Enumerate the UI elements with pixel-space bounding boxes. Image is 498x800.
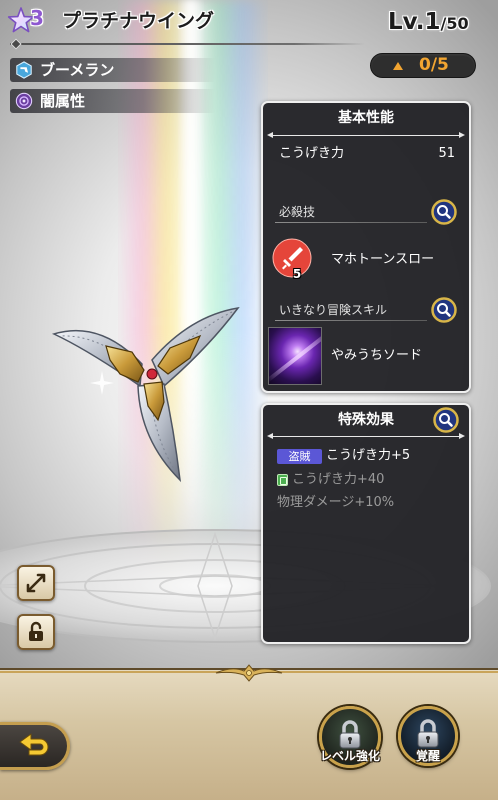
special-skill-rule [275, 222, 427, 223]
element-tag: 闇属性 [10, 89, 215, 113]
boomerang-type-icon [16, 61, 32, 79]
level-up-label: レベル強化 [319, 749, 380, 763]
expand-view-button[interactable] [17, 565, 55, 601]
rarity-number: 3 [30, 6, 44, 30]
element-label: 闇属性 [40, 92, 86, 110]
weapon-name: プラチナウイング [62, 10, 215, 32]
return-arrow-icon [19, 733, 49, 756]
title-divider [10, 43, 365, 45]
special-skill-heading: 必殺技 [279, 205, 316, 219]
awaken-label: 覚醒 [415, 749, 440, 763]
adventure-skill-name: やみうちソード [331, 348, 423, 363]
weapon-type-label: ブーメラン [40, 61, 115, 79]
current-level: Lv.1 [388, 9, 441, 35]
weapon-model [51, 306, 240, 483]
special-skill-name: マホトーンスロー [331, 252, 435, 267]
adventure-skill-search-button[interactable] [431, 297, 457, 323]
attack-label: こうげき力 [279, 146, 345, 161]
limit-break-triangle-icon [393, 62, 403, 70]
unlock-icon [29, 621, 43, 641]
special-skill-uses: 5 [292, 267, 302, 281]
locked-padlock-icon [339, 720, 361, 749]
panel-divider [267, 433, 465, 439]
attack-value: 51 [438, 146, 455, 161]
adventure-skill-image [268, 327, 322, 385]
basic-stats-panel: 基本性能 こうげき力 51 必殺技 5 マホトーンスロー いきなり冒険スキル や… [261, 101, 471, 393]
expand-icon [26, 573, 46, 593]
bottom-bar-ornament [215, 664, 283, 682]
dark-element-icon [15, 92, 33, 110]
adventure-skill-rule [275, 320, 427, 321]
effect-text: 物理ダメージ+10% [277, 495, 395, 510]
limit-break-effect-icon [277, 474, 288, 486]
limit-break-counter: 0/5 [370, 53, 476, 78]
special-effects-search-button[interactable] [433, 407, 459, 433]
basic-stats-title: 基本性能 [338, 110, 394, 126]
locked-padlock-icon [417, 719, 439, 748]
special-effects-panel: 特殊効果 盗賊 こうげき力+5 こうげき力+40 物理ダメージ+10% [261, 403, 471, 644]
effect-text: こうげき力+40 [292, 472, 385, 487]
special-skill-search-button[interactable] [431, 199, 457, 225]
weapon-detail-screen: 3 プラチナウイング ブーメラン 闇属性 Lv.1/50 0/5 基本性能 こう… [0, 0, 498, 800]
back-button[interactable] [0, 722, 70, 770]
effect-text: こうげき力+5 [326, 448, 411, 463]
level-display: Lv.1/50 [388, 8, 469, 38]
limit-break-value: 0/5 [419, 55, 449, 75]
max-level: /50 [440, 14, 469, 33]
job-badge-thief: 盗賊 [277, 449, 322, 464]
panel-divider [267, 132, 465, 138]
adventure-skill-heading: いきなり冒険スキル [279, 303, 388, 317]
weapon-type-tag: ブーメラン [10, 58, 215, 82]
lock-toggle-button[interactable] [17, 614, 55, 650]
